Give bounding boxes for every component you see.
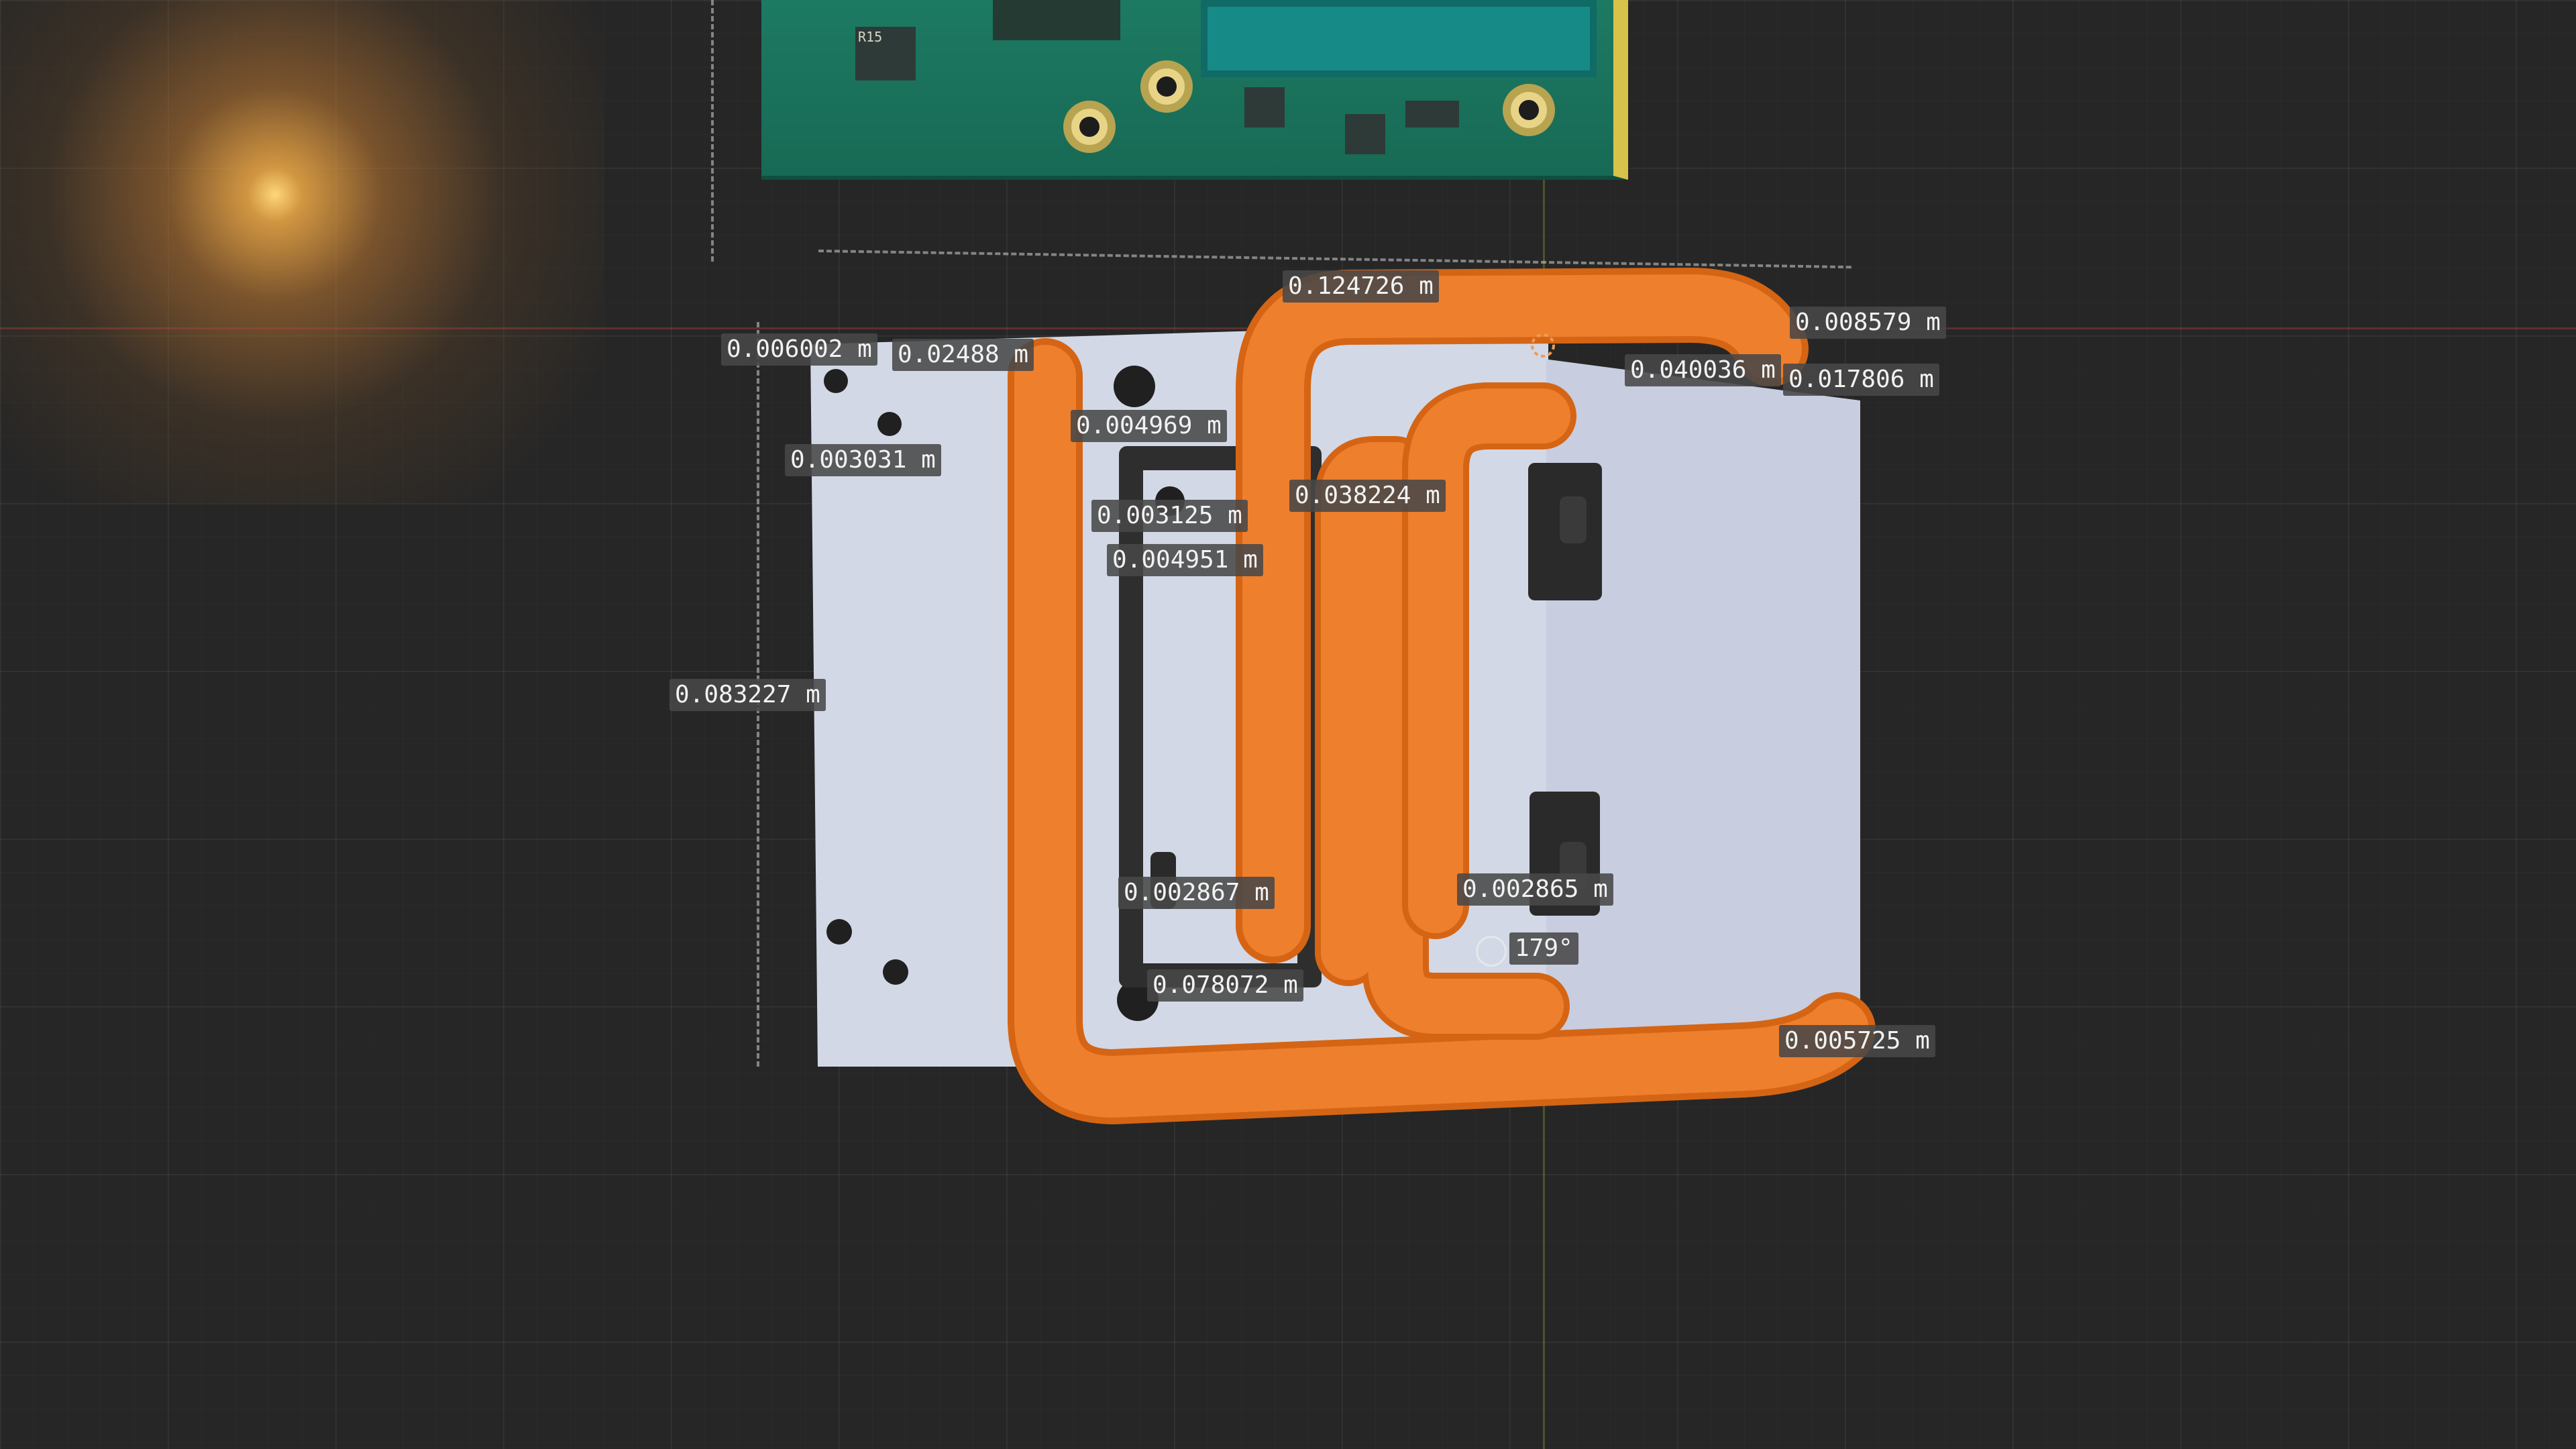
angle-marker-icon[interactable] — [1476, 936, 1507, 967]
dimension-label[interactable]: 0.02488 m — [892, 339, 1034, 371]
dimension-label[interactable]: 0.003031 m — [785, 444, 941, 476]
dimension-label[interactable]: 0.017806 m — [1783, 364, 1939, 396]
dimension-label[interactable]: 0.124726 m — [1283, 270, 1439, 303]
dimension-label[interactable]: 0.003125 m — [1091, 500, 1248, 532]
dimension-label[interactable]: 0.078072 m — [1147, 969, 1303, 1002]
dimension-label[interactable]: 0.004951 m — [1107, 544, 1263, 576]
heatpipe-assembly[interactable] — [0, 0, 2576, 1449]
dimension-label[interactable]: 0.083227 m — [669, 679, 826, 711]
dimension-label[interactable]: 0.038224 m — [1289, 480, 1446, 512]
dimension-label[interactable]: 0.006002 m — [721, 333, 877, 366]
dimension-label[interactable]: 0.002867 m — [1118, 877, 1275, 909]
dimension-label[interactable]: 0.005725 m — [1779, 1025, 1935, 1057]
3d-viewport[interactable]: R15 0.124726 m 0.008579 m 0.006002 m 0.0… — [0, 0, 2576, 1449]
dimension-label[interactable]: 0.008579 m — [1790, 307, 1946, 339]
dimension-label[interactable]: 0.002865 m — [1457, 873, 1613, 906]
dimension-label[interactable]: 0.040036 m — [1625, 354, 1781, 386]
angle-label[interactable]: 179° — [1509, 932, 1578, 965]
dimension-label[interactable]: 0.004969 m — [1071, 410, 1227, 442]
